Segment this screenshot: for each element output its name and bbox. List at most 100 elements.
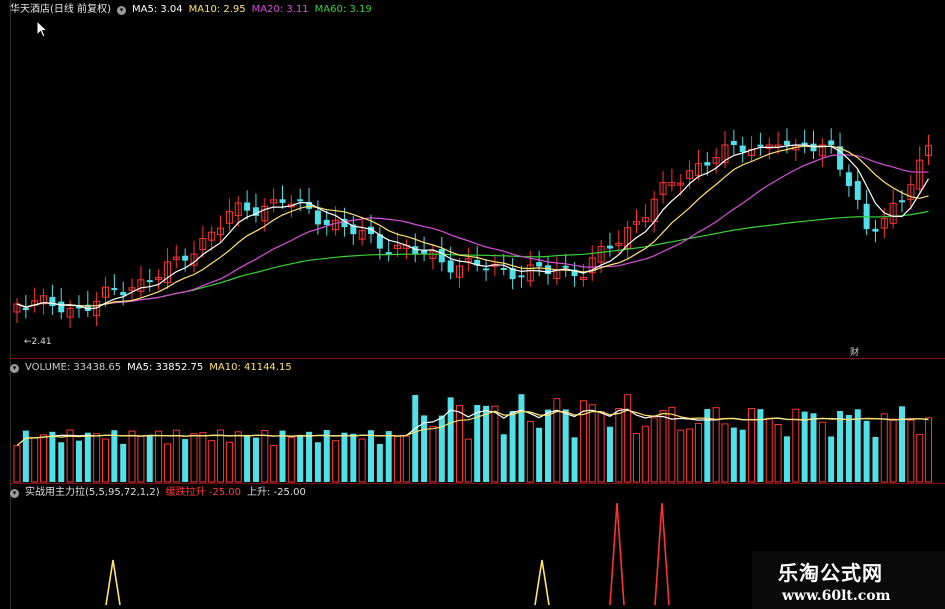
volume-bar-down (182, 439, 189, 482)
volume-bar-up (13, 445, 21, 483)
candle-body-down (58, 301, 65, 313)
volume-bar-down (854, 409, 861, 482)
signal-spike-red (609, 502, 625, 606)
volume-bar-up (916, 434, 924, 483)
candle-body-down (757, 144, 764, 147)
volume-bar-down (421, 415, 428, 482)
volume-bar-up (464, 438, 472, 483)
signal-panel-header: ▾ 实战用主力拉(5,5,95,72,1,2) 缓跌拉升 -25.00 上升: … (10, 486, 306, 500)
volume-ma5-line (16, 408, 929, 447)
volume-bar-up (491, 405, 499, 483)
volume-bar-down (545, 409, 551, 482)
volume-bar-up (765, 417, 773, 483)
volume-bar-up (659, 410, 667, 483)
volume-bar-up (889, 418, 897, 483)
volume-bar-up (190, 433, 198, 483)
volume-bar-up (40, 434, 48, 483)
signal-settings-icon[interactable]: ▾ (10, 488, 19, 498)
volume-bar-down (845, 414, 852, 482)
volume-bar-down (863, 420, 870, 482)
volume-bar-down (837, 410, 844, 482)
candle-body-down (244, 202, 251, 211)
volume-bar-down (368, 430, 374, 482)
signal-spike-yellow (534, 559, 550, 606)
volume-bar-up (402, 435, 410, 483)
volume-bar-up (93, 433, 101, 483)
kline-chart-canvas[interactable] (0, 0, 945, 609)
volume-bar-up (287, 437, 295, 483)
signal-item1: 缓跌拉升 -25.00 (165, 487, 242, 498)
volume-bar-up (128, 430, 136, 483)
volume-bar-up (624, 394, 632, 483)
ma5-line (16, 144, 930, 310)
volume-bar-down (739, 429, 746, 482)
candle-body-down (704, 162, 711, 166)
volume-bar-down (783, 436, 790, 482)
volume-bar-up (261, 430, 269, 483)
volume-bar-up (155, 430, 163, 483)
signal-title: 实战用主力拉(5,5,95,72,1,2) (25, 487, 160, 498)
volume-bar-up (172, 429, 180, 483)
candle-body-down (297, 199, 304, 202)
volume-bar-down (385, 431, 392, 482)
volume-bar-down (571, 437, 578, 482)
candle-body-down (182, 255, 189, 261)
candle-body-down (111, 288, 118, 291)
candle-body-down (562, 265, 569, 268)
volume-bar-up (633, 433, 640, 483)
volume-bar-up (394, 435, 402, 483)
signal-spike-red (654, 502, 670, 606)
volume-bar-down (252, 437, 259, 482)
candle-body-down (536, 262, 543, 267)
volume-bar-up (925, 417, 933, 483)
candle-body-down (810, 143, 817, 152)
candle-body-down (385, 252, 392, 255)
volume-bar-down (536, 427, 543, 482)
volume-bar-up (677, 429, 685, 483)
volume-bar-up (358, 438, 366, 483)
volume-ma10-line (16, 409, 929, 447)
candle-body-down (518, 275, 525, 278)
candle-body-down (500, 267, 507, 270)
volume-bar-down (376, 443, 383, 482)
volume-bar-down (58, 442, 65, 482)
ma10-line (16, 145, 929, 308)
panel-separator-1 (10, 358, 945, 359)
volume-bar-up (137, 435, 145, 483)
volume-bar-down (297, 434, 304, 482)
volume-bar-up (163, 443, 171, 483)
volume-bar-down (314, 442, 321, 482)
volume-bar-up (234, 431, 242, 483)
volume-bar-up (588, 404, 596, 483)
volume-settings-icon[interactable]: ▾ (10, 363, 19, 373)
volume-bar-up (774, 423, 782, 483)
watermark-url: www.60lt.com (782, 588, 891, 604)
ma60-line (16, 210, 929, 308)
volume-bar-up (694, 422, 702, 483)
candle-body-down (845, 172, 852, 187)
candle-body-down (279, 199, 286, 203)
candle-body-down (314, 210, 321, 225)
volume-bar-down (120, 443, 127, 482)
candle-body-down (438, 249, 445, 263)
volume-bar-up (526, 420, 534, 483)
volume-bar-down (801, 411, 808, 482)
signal-spike-yellow (105, 559, 121, 606)
volume-bar-up (332, 440, 340, 483)
volume-bar-up (217, 429, 225, 483)
financial-event-marker[interactable]: 财 (850, 345, 859, 358)
candle-body-down (606, 245, 613, 249)
volume-bar-up (650, 417, 658, 483)
volume-bar-down (518, 394, 525, 482)
volume-bar-up (597, 411, 605, 483)
volume-bar-up (456, 405, 463, 483)
volume-bar-down (606, 426, 613, 482)
signal-item2: 上升: -25.00 (247, 487, 306, 498)
candle-body-down (120, 292, 127, 296)
volume-bar-up (31, 437, 39, 483)
volume-bar-down (509, 410, 516, 482)
candle-body-down (483, 268, 490, 271)
volume-bar-down (75, 440, 82, 482)
volume-bar-up (225, 441, 233, 483)
volume-bar-down (810, 413, 817, 482)
